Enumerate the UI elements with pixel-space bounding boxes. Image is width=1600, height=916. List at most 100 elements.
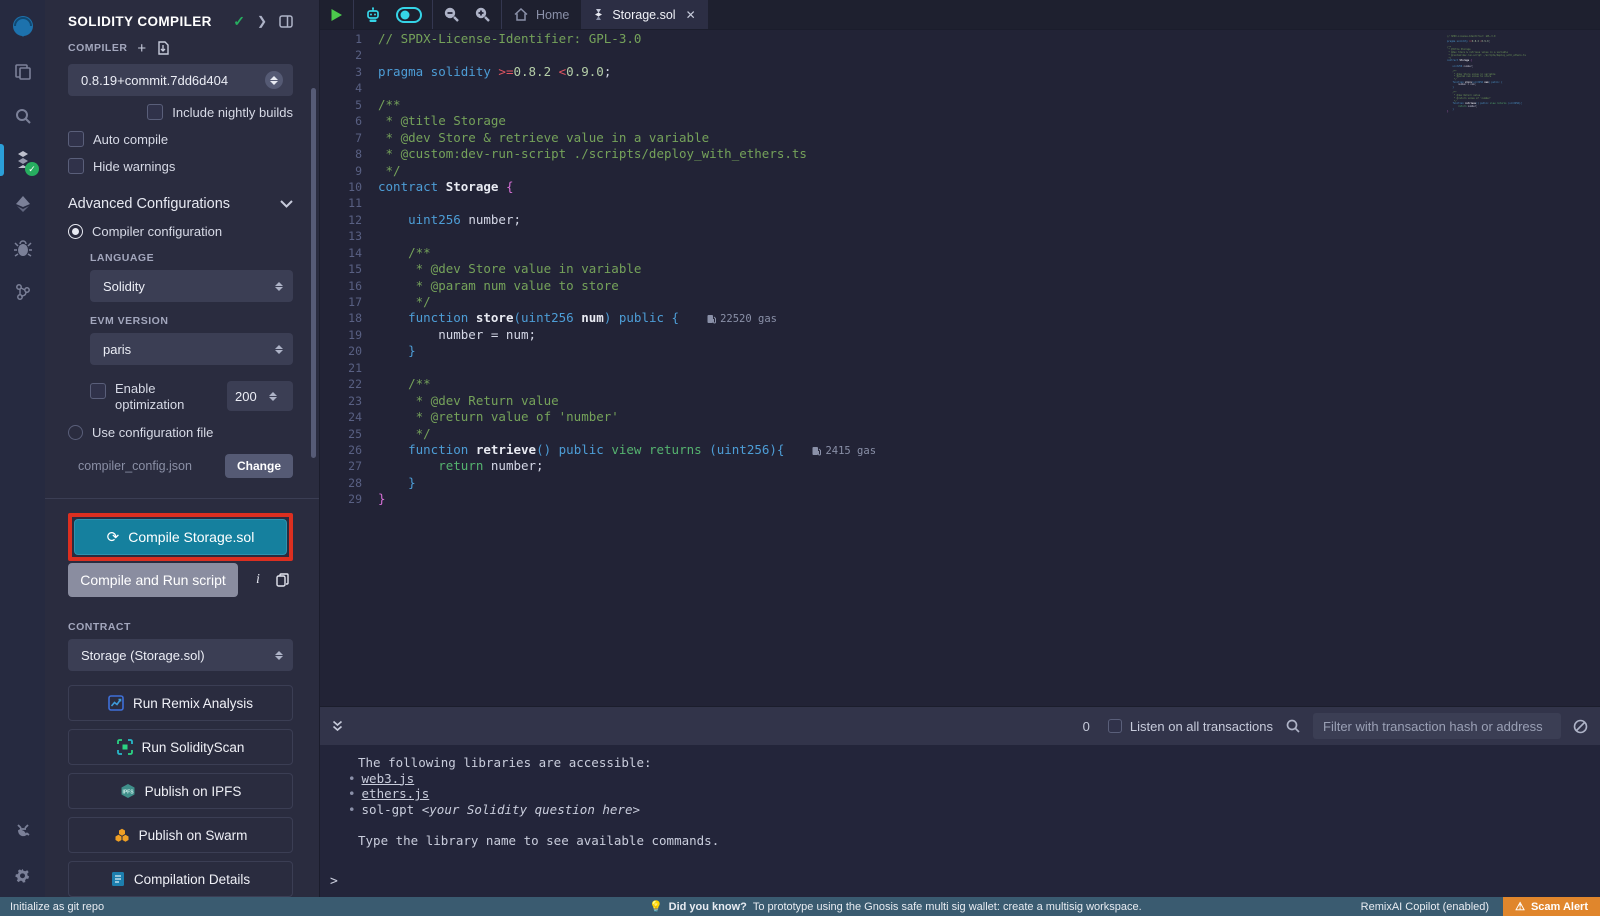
code-line[interactable] bbox=[378, 360, 1600, 376]
zoom-out-icon[interactable] bbox=[443, 6, 460, 23]
run-remix-analysis-button[interactable]: Run Remix Analysis bbox=[68, 685, 293, 721]
include-nightly-checkbox-row[interactable]: Include nightly builds bbox=[68, 104, 293, 120]
warning-icon: ⚠ bbox=[1515, 900, 1525, 913]
code-line[interactable]: * @dev Store value in variable bbox=[378, 261, 1600, 277]
publish-on-swarm-button[interactable]: Publish on Swarm bbox=[68, 817, 293, 853]
code-line[interactable]: function retrieve() public view returns … bbox=[378, 442, 1600, 458]
run-script-play-icon[interactable] bbox=[330, 8, 343, 22]
did-you-know-label: Did you know? bbox=[669, 901, 747, 913]
compiler-version-select[interactable]: 0.8.19+commit.7dd6d404 bbox=[68, 64, 293, 96]
library-link[interactable]: ethers.js bbox=[362, 786, 430, 801]
terminal-prompt[interactable]: > bbox=[330, 874, 338, 889]
code-line[interactable]: function store(uint256 num) public {2252… bbox=[378, 310, 1600, 326]
file-explorer-icon[interactable] bbox=[0, 50, 45, 94]
hide-warnings-checkbox[interactable] bbox=[68, 158, 84, 174]
code-line[interactable]: } bbox=[378, 491, 1600, 507]
compile-button[interactable]: ⟳ Compile Storage.sol bbox=[74, 519, 287, 555]
compiler-configuration-radio[interactable] bbox=[68, 224, 83, 239]
tab-home[interactable]: Home bbox=[502, 0, 581, 29]
contract-select[interactable]: Storage (Storage.sol) bbox=[68, 639, 293, 671]
deploy-run-icon[interactable] bbox=[0, 182, 45, 226]
code-line[interactable]: */ bbox=[378, 163, 1600, 179]
minimap[interactable]: // SPDX-License-Identifier: GPL-3.0 prag… bbox=[1447, 30, 1543, 114]
info-icon[interactable]: i bbox=[256, 572, 260, 588]
tip-text: To prototype using the Gnosis safe multi… bbox=[753, 901, 1142, 913]
compiled-check-icon: ✓ bbox=[233, 13, 245, 30]
publish-on-ipfs-button[interactable]: IPFS Publish on IPFS bbox=[68, 773, 293, 809]
code-line[interactable]: /** bbox=[378, 376, 1600, 392]
remix-logo-icon[interactable] bbox=[0, 6, 45, 50]
close-tab-icon[interactable]: ✕ bbox=[686, 8, 696, 22]
auto-compile-checkbox-row[interactable]: Auto compile bbox=[68, 131, 293, 147]
tab-storage-sol[interactable]: Storage.sol ✕ bbox=[581, 0, 707, 29]
code-line[interactable]: * @title Storage bbox=[378, 113, 1600, 129]
terminal-output[interactable]: The following libraries are accessible:•… bbox=[320, 745, 1600, 897]
code-line[interactable] bbox=[378, 47, 1600, 63]
use-configuration-file-radio[interactable] bbox=[68, 425, 83, 440]
code-line[interactable]: * @dev Return value bbox=[378, 393, 1600, 409]
listen-all-transactions-row[interactable]: Listen on all transactions bbox=[1108, 719, 1273, 734]
chevron-right-icon[interactable]: ❯ bbox=[257, 14, 267, 28]
use-configuration-file-radio-row[interactable]: Use configuration file bbox=[68, 425, 293, 440]
include-nightly-checkbox[interactable] bbox=[147, 104, 163, 120]
code-line[interactable] bbox=[378, 80, 1600, 96]
hide-warnings-checkbox-row[interactable]: Hide warnings bbox=[68, 158, 293, 174]
git-icon[interactable] bbox=[0, 270, 45, 314]
code-line[interactable]: * @custom:dev-run-script ./scripts/deplo… bbox=[378, 146, 1600, 162]
search-icon[interactable] bbox=[0, 94, 45, 138]
library-link[interactable]: web3.js bbox=[362, 771, 415, 786]
plugin-manager-icon[interactable] bbox=[0, 809, 45, 853]
compilation-details-button[interactable]: Compilation Details bbox=[68, 861, 293, 897]
code-line[interactable]: uint256 number; bbox=[378, 212, 1600, 228]
code-line[interactable]: return number; bbox=[378, 458, 1600, 474]
code-line[interactable]: * @return value of 'number' bbox=[378, 409, 1600, 425]
ai-copilot-robot-icon[interactable] bbox=[364, 6, 382, 24]
code-line[interactable] bbox=[378, 228, 1600, 244]
code-line[interactable]: } bbox=[378, 475, 1600, 491]
code-content[interactable]: // SPDX-License-Identifier: GPL-3.0 prag… bbox=[378, 30, 1600, 706]
code-line[interactable]: pragma solidity >=0.8.2 <0.9.0; bbox=[378, 64, 1600, 80]
code-line[interactable]: * @dev Store & retrieve value in a varia… bbox=[378, 130, 1600, 146]
pin-panel-icon[interactable] bbox=[279, 15, 293, 28]
compiler-configuration-radio-row[interactable]: Compiler configuration bbox=[68, 224, 293, 239]
activity-bar: ✓ bbox=[0, 0, 45, 897]
auto-compile-checkbox[interactable] bbox=[68, 131, 84, 147]
debugger-icon[interactable] bbox=[0, 226, 45, 270]
run-solidityscan-button[interactable]: Run SolidityScan bbox=[68, 729, 293, 765]
optimization-runs-stepper[interactable]: 200 bbox=[227, 381, 293, 411]
terminal-search-icon[interactable] bbox=[1285, 718, 1301, 734]
code-line[interactable]: } bbox=[378, 343, 1600, 359]
clear-console-icon[interactable] bbox=[1573, 719, 1588, 734]
panel-scrollbar[interactable] bbox=[311, 88, 316, 458]
enable-optimization-checkbox[interactable] bbox=[90, 383, 106, 399]
load-compiler-file-icon[interactable] bbox=[156, 41, 170, 55]
code-line[interactable]: /** bbox=[378, 97, 1600, 113]
evm-version-select[interactable]: paris bbox=[90, 333, 293, 365]
code-editor[interactable]: 1234567891011121314151617181920212223242… bbox=[320, 30, 1600, 706]
change-config-button[interactable]: Change bbox=[225, 454, 293, 478]
code-line[interactable]: /** bbox=[378, 245, 1600, 261]
solidity-compiler-icon[interactable]: ✓ bbox=[0, 138, 45, 182]
code-line[interactable]: * @param num value to store bbox=[378, 278, 1600, 294]
advanced-configurations-header[interactable]: Advanced Configurations bbox=[68, 196, 293, 212]
copy-icon[interactable] bbox=[276, 573, 289, 587]
git-init-status[interactable]: Initialize as git repo bbox=[0, 901, 430, 913]
code-line[interactable] bbox=[378, 195, 1600, 211]
transaction-filter-input[interactable] bbox=[1313, 713, 1561, 739]
code-line[interactable]: contract Storage { bbox=[378, 179, 1600, 195]
terminal-line: Type the library name to see available c… bbox=[320, 833, 1600, 849]
copilot-toggle-icon[interactable] bbox=[396, 7, 422, 23]
zoom-in-icon[interactable] bbox=[474, 6, 491, 23]
code-line[interactable]: */ bbox=[378, 294, 1600, 310]
language-select[interactable]: Solidity bbox=[90, 270, 293, 302]
code-line[interactable]: */ bbox=[378, 426, 1600, 442]
copilot-status[interactable]: RemixAI Copilot (enabled) bbox=[1361, 901, 1489, 913]
code-line[interactable]: number = num; bbox=[378, 327, 1600, 343]
expand-terminal-icon[interactable] bbox=[332, 720, 343, 732]
add-compiler-icon[interactable]: + bbox=[137, 40, 146, 57]
listen-all-transactions-checkbox[interactable] bbox=[1108, 719, 1122, 733]
code-line[interactable]: // SPDX-License-Identifier: GPL-3.0 bbox=[378, 31, 1600, 47]
compile-and-run-button[interactable]: Compile and Run script bbox=[68, 563, 238, 597]
scam-alert-badge[interactable]: ⚠ Scam Alert bbox=[1503, 897, 1600, 916]
settings-gear-icon[interactable] bbox=[0, 853, 45, 897]
